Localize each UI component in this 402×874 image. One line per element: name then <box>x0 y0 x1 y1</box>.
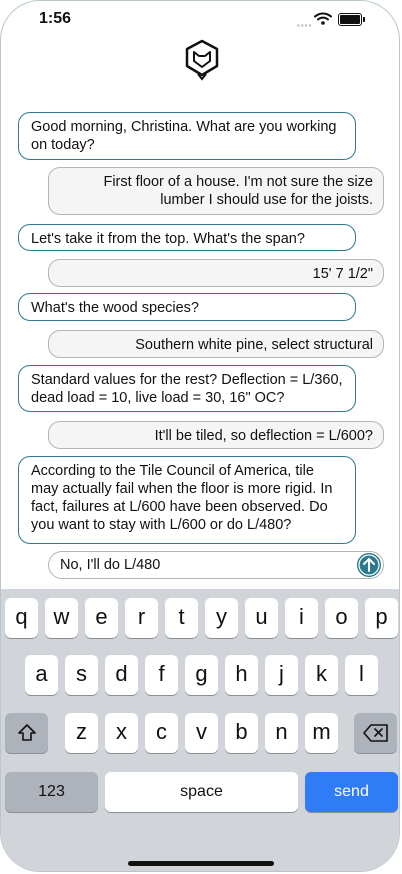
key-v[interactable]: v <box>185 713 218 753</box>
key-d[interactable]: d <box>105 655 138 695</box>
key-p[interactable]: p <box>365 598 398 638</box>
bot-message: Standard values for the rest? Deflection… <box>18 365 356 412</box>
status-time: 1:56 <box>39 10 72 27</box>
key-u[interactable]: u <box>245 598 278 638</box>
keyboard: q w e r t y u i o p a s d f g h j k l z … <box>1 589 399 871</box>
app-logo-icon <box>185 39 219 81</box>
key-i[interactable]: i <box>285 598 318 638</box>
key-r[interactable]: r <box>125 598 158 638</box>
home-indicator[interactable] <box>128 861 274 866</box>
cellular-signal-icon: ▪▪▪▪ <box>297 21 313 30</box>
numbers-key[interactable]: 123 <box>5 772 98 812</box>
key-s[interactable]: s <box>65 655 98 695</box>
key-k[interactable]: k <box>305 655 338 695</box>
user-message: It'll be tiled, so deflection = L/600? <box>48 421 384 449</box>
user-message: First floor of a house. I'm not sure the… <box>48 167 384 215</box>
send-key[interactable]: send <box>305 772 398 812</box>
key-n[interactable]: n <box>265 713 298 753</box>
message-input[interactable]: No, I'll do L/480 <box>48 551 384 579</box>
key-q[interactable]: q <box>5 598 38 638</box>
bot-message: According to the Tile Council of America… <box>18 456 356 544</box>
user-message: 15' 7 1/2" <box>48 259 384 287</box>
battery-icon <box>338 13 365 26</box>
key-t[interactable]: t <box>165 598 198 638</box>
key-h[interactable]: h <box>225 655 258 695</box>
key-e[interactable]: e <box>85 598 118 638</box>
key-x[interactable]: x <box>105 713 138 753</box>
status-bar: 1:56 ▪▪▪▪ <box>1 1 399 37</box>
bot-message: Let's take it from the top. What's the s… <box>18 224 356 251</box>
key-f[interactable]: f <box>145 655 178 695</box>
send-arrow-icon[interactable] <box>357 553 381 577</box>
space-key[interactable]: space <box>105 772 298 812</box>
wifi-icon <box>314 12 332 25</box>
shift-key[interactable] <box>5 713 48 753</box>
key-j[interactable]: j <box>265 655 298 695</box>
key-z[interactable]: z <box>65 713 98 753</box>
key-m[interactable]: m <box>305 713 338 753</box>
shift-icon <box>17 724 36 741</box>
key-a[interactable]: a <box>25 655 58 695</box>
backspace-key[interactable] <box>354 713 397 753</box>
key-l[interactable]: l <box>345 655 378 695</box>
key-c[interactable]: c <box>145 713 178 753</box>
key-o[interactable]: o <box>325 598 358 638</box>
key-y[interactable]: y <box>205 598 238 638</box>
message-input-value: No, I'll do L/480 <box>60 557 161 573</box>
bot-message: Good morning, Christina. What are you wo… <box>18 112 356 160</box>
bot-message: What's the wood species? <box>18 293 356 321</box>
key-w[interactable]: w <box>45 598 78 638</box>
key-b[interactable]: b <box>225 713 258 753</box>
key-g[interactable]: g <box>185 655 218 695</box>
user-message: Southern white pine, select structural <box>48 330 384 358</box>
phone-screen: 1:56 ▪▪▪▪ Good morning, Christina. What … <box>0 0 400 872</box>
backspace-icon <box>362 724 388 742</box>
